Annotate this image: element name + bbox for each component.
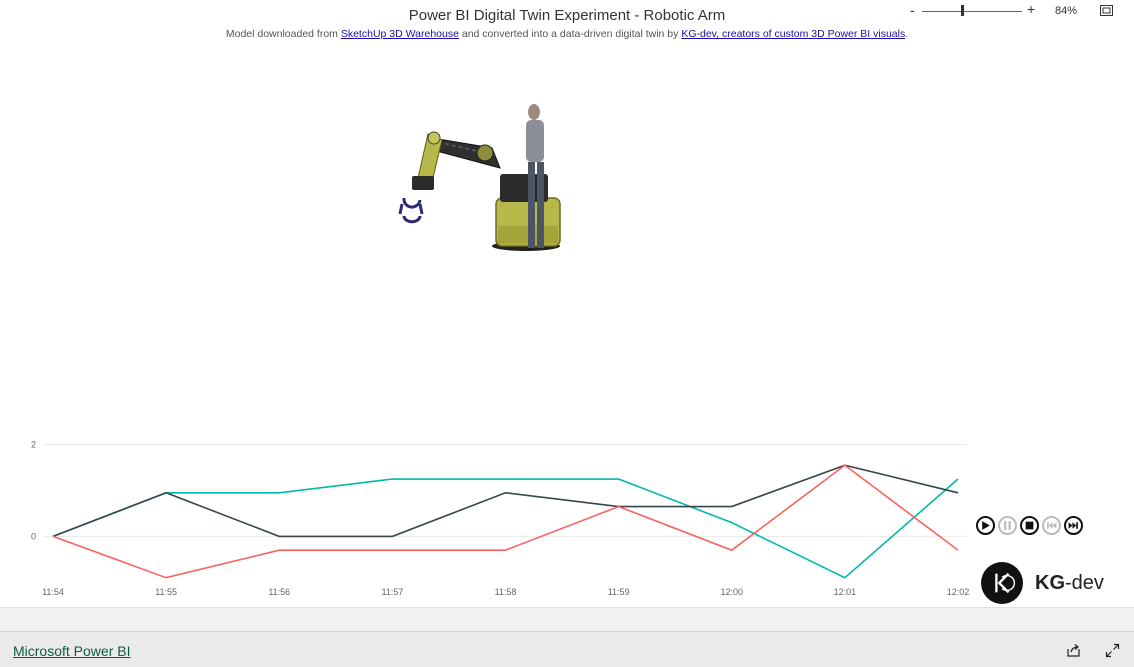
x-tick-label: 11:57 [381,587,403,597]
robot-gripper [398,197,424,224]
x-tick-label: 11:58 [495,587,517,597]
x-tick-label: 11:56 [268,587,290,597]
page-subtitle: Model downloaded from SketchUp 3D Wareho… [0,27,1134,41]
human-head [528,104,540,120]
skip-forward-icon [1068,522,1078,529]
x-tick-label: 12:00 [720,587,743,597]
robotic-arm-3d-model[interactable] [388,100,578,260]
stop-button[interactable] [1020,516,1039,535]
zoom-out-button[interactable]: - [910,2,915,18]
pause-icon [1004,521,1011,530]
fit-to-page-icon[interactable] [1100,5,1113,16]
expand-icon[interactable] [1105,643,1120,658]
kg-dev-logo-icon [981,562,1023,604]
series-line[interactable] [52,464,959,538]
kg-dev-brand: KG-dev [981,562,1104,604]
stop-icon [1025,521,1034,530]
skip-back-icon [1047,522,1057,529]
robot-wrist [412,176,434,190]
x-tick-label: 11:59 [608,587,630,597]
zoom-bar [0,607,1134,631]
pause-button[interactable] [998,516,1017,535]
series-line[interactable] [52,464,959,579]
kg-dev-link[interactable]: KG-dev, creators of custom 3D Power BI v… [681,28,905,40]
robot-wrist-joint [427,131,441,145]
x-tick-label: 12:02 [947,587,970,597]
x-tick-label: 11:54 [42,587,64,597]
x-tick-label: 12:01 [834,587,857,597]
y-tick-label: 2 [31,440,36,450]
x-tick-label: 11:55 [155,587,177,597]
subtitle-text-post: . [905,28,909,40]
next-button[interactable] [1064,516,1083,535]
share-icon[interactable] [1066,643,1081,658]
y-axis-ticks: 02 [31,440,36,541]
brand-name-bold: KG [1035,571,1065,594]
subtitle-text-mid: and converted into a data-driven digital… [458,28,682,40]
brand-name: KG-dev [1035,572,1104,595]
human-torso [526,120,544,162]
human-right-leg [537,162,544,248]
zoom-slider-thumb[interactable] [961,5,964,16]
chart-series [52,464,959,579]
play-icon [982,521,990,530]
sketchup-warehouse-link[interactable]: SketchUp 3D Warehouse [341,28,459,40]
y-tick-label: 0 [31,531,36,541]
line-chart: 02 11:54 11:55 11:56 11:57 11:58 11:59 12:00 12… [31,440,969,597]
robot-elbow-joint [476,144,494,162]
chart-gridlines [44,444,966,537]
zoom-in-button[interactable]: + [1027,1,1035,17]
subtitle-text-pre: Model downloaded from [225,28,341,40]
playback-controls [976,516,1083,535]
x-axis-ticks: 11:54 11:55 11:56 11:57 11:58 11:59 12:00 12:01… [42,587,969,597]
play-button[interactable] [976,516,995,535]
zoom-percentage: 84% [1055,5,1078,17]
series-line[interactable] [52,478,959,579]
human-left-leg [528,162,535,248]
microsoft-power-bi-link[interactable]: Microsoft Power BI [13,643,130,659]
brand-name-rest: -dev [1065,571,1104,594]
previous-button[interactable] [1042,516,1061,535]
zoom-slider-track[interactable] [922,11,1022,12]
footer-bar: Microsoft Power BI [0,631,1134,667]
